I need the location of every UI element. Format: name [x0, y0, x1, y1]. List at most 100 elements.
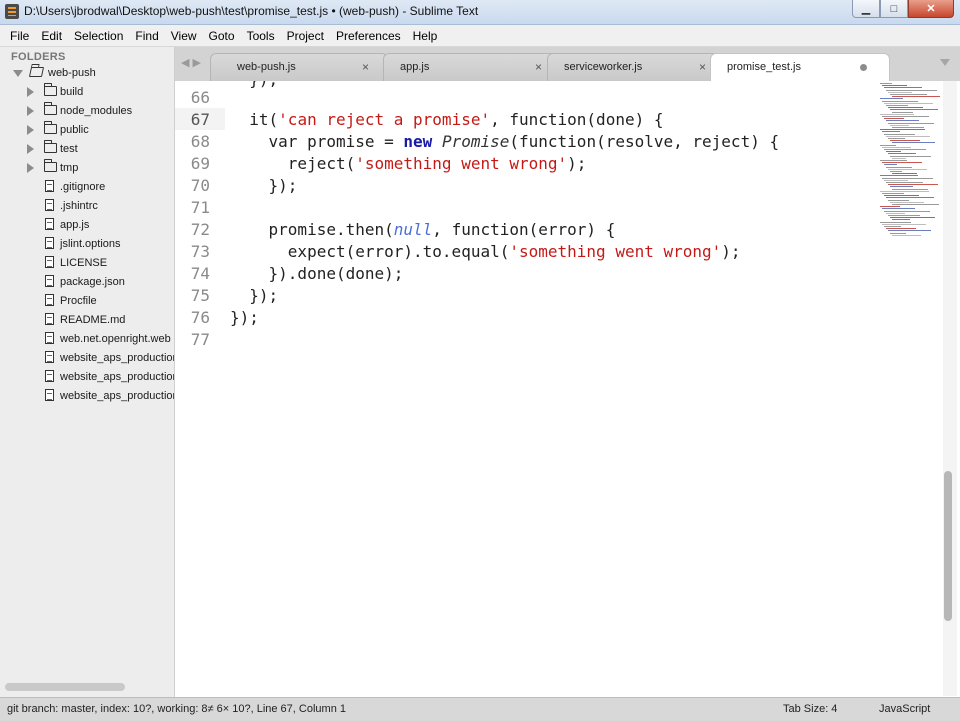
minimap-line: [880, 206, 900, 208]
minimap-line: [886, 182, 923, 183]
folder-icon: [44, 102, 57, 115]
minimap-line: [886, 105, 908, 106]
tab-app-js[interactable]: app.js ×: [383, 53, 561, 81]
line-number: 74: [190, 264, 210, 283]
tree-item-label: build: [60, 86, 84, 98]
scrollbar-thumb[interactable]: [944, 471, 952, 621]
minimap-line: [888, 107, 923, 109]
sidebar-scrollbar[interactable]: [5, 683, 125, 691]
code-line[interactable]: });: [230, 81, 288, 89]
code-line[interactable]: var promise = new Promise(function(resol…: [230, 132, 780, 151]
tree-file[interactable]: website_aps_production: [0, 368, 174, 387]
file-icon: [45, 275, 54, 287]
unsaved-dot-icon[interactable]: [860, 64, 867, 71]
code-line[interactable]: promise.then(null, function(error) {: [230, 220, 616, 239]
minimap-line: [882, 131, 900, 133]
close-button[interactable]: ✕: [908, 0, 954, 18]
tree-item-label: .jshintrc: [60, 200, 98, 212]
tab-close-icon[interactable]: ×: [535, 60, 542, 74]
editor-scrollbar[interactable]: [940, 81, 960, 696]
tree-file[interactable]: README.md: [0, 311, 174, 330]
code-line[interactable]: }).done(done);: [230, 264, 404, 283]
minimap-line: [892, 111, 913, 113]
folder-open-icon: [28, 67, 45, 77]
code-line[interactable]: });: [230, 308, 259, 327]
tree-file[interactable]: package.json: [0, 273, 174, 292]
tree-root-web-push[interactable]: web-push: [0, 64, 174, 83]
tab-web-push-js[interactable]: web-push.js ×: [210, 53, 388, 81]
tree-item-label: web-push: [48, 67, 96, 79]
menu-edit[interactable]: Edit: [35, 29, 68, 43]
tree-file[interactable]: website_aps_production: [0, 349, 174, 368]
maximize-button[interactable]: □: [880, 0, 908, 18]
tree-file[interactable]: .gitignore: [0, 178, 174, 197]
code-line[interactable]: expect(error).to.equal('something went w…: [230, 242, 741, 261]
minimap-line: [880, 160, 907, 161]
tree-file[interactable]: jslint.options: [0, 235, 174, 254]
minimap-line: [892, 219, 910, 221]
collapse-arrow-icon[interactable]: [27, 106, 34, 116]
menu-tools[interactable]: Tools: [241, 29, 281, 43]
minimap-line: [888, 168, 927, 170]
line-number: 77: [190, 330, 210, 349]
code-line[interactable]: });: [230, 286, 278, 305]
minimap-line: [886, 135, 930, 137]
syntax-selector[interactable]: JavaScript: [879, 703, 930, 715]
file-icon: [45, 218, 54, 230]
minimap-line: [892, 188, 928, 190]
tree-folder-tmp[interactable]: tmp: [0, 159, 174, 178]
collapse-arrow-icon[interactable]: [27, 125, 34, 135]
menu-goto[interactable]: Goto: [203, 29, 241, 43]
menu-file[interactable]: File: [0, 29, 35, 43]
expand-arrow-icon[interactable]: [13, 70, 23, 77]
tree-folder-public[interactable]: public: [0, 121, 174, 140]
tab-overflow-icon[interactable]: [940, 59, 950, 66]
code-line[interactable]: });: [230, 176, 298, 195]
tree-file[interactable]: LICENSE: [0, 254, 174, 273]
tree-item-label: test: [60, 143, 78, 155]
tree-folder-node_modules[interactable]: node_modules: [0, 102, 174, 121]
code-editor[interactable]: 66 67 68 69 70 71 72 73 74 75 76 77 }); it('can rej…: [175, 81, 940, 696]
file-icon: [45, 256, 54, 268]
sublime-text-icon: [5, 4, 19, 19]
tab-serviceworker-js[interactable]: serviceworker.js ×: [547, 53, 725, 81]
minimap-line: [890, 217, 935, 219]
code-line[interactable]: reject('something went wrong');: [230, 154, 587, 173]
collapse-arrow-icon[interactable]: [27, 163, 34, 173]
tree-folder-build[interactable]: build: [0, 83, 174, 102]
menu-help[interactable]: Help: [407, 29, 444, 43]
tab-size-selector[interactable]: Tab Size: 4: [783, 703, 837, 715]
file-icon: [45, 294, 54, 306]
tree-folder-test[interactable]: test: [0, 140, 174, 159]
minimize-button[interactable]: ▁: [852, 0, 880, 18]
tree-item-label: web.net.openright.web: [60, 333, 171, 345]
menu-selection[interactable]: Selection: [68, 29, 129, 43]
minimap-line: [880, 144, 896, 146]
collapse-arrow-icon[interactable]: [27, 144, 34, 154]
minimap[interactable]: [880, 83, 942, 243]
tree-file[interactable]: website_aps_production: [0, 387, 174, 406]
tree-file[interactable]: .jshintrc: [0, 197, 174, 216]
line-number: 69: [190, 154, 210, 173]
menu-preferences[interactable]: Preferences: [330, 29, 407, 43]
minimap-line: [888, 184, 938, 186]
menu-find[interactable]: Find: [129, 29, 164, 43]
code-line[interactable]: it('can reject a promise', function(done…: [230, 110, 663, 129]
tree-file[interactable]: Procfile: [0, 292, 174, 311]
collapse-arrow-icon[interactable]: [27, 87, 34, 97]
tree-file[interactable]: app.js: [0, 216, 174, 235]
minimap-line: [892, 173, 917, 175]
tree-file[interactable]: web.net.openright.web: [0, 330, 174, 349]
line-number: 68: [190, 132, 210, 151]
tab-close-icon[interactable]: ×: [699, 60, 706, 74]
minimap-line: [890, 232, 906, 234]
menu-project[interactable]: Project: [281, 29, 330, 43]
minimap-line: [886, 212, 905, 214]
line-number: 73: [190, 242, 210, 261]
tab-close-icon[interactable]: ×: [362, 60, 369, 74]
minimap-line: [884, 118, 904, 120]
minimap-line: [890, 124, 909, 126]
tab-promise_test-js[interactable]: promise_test.js: [710, 53, 890, 81]
menu-view[interactable]: View: [165, 29, 203, 43]
tab-nav-arrows-icon[interactable]: ◀ ▶: [181, 56, 201, 69]
